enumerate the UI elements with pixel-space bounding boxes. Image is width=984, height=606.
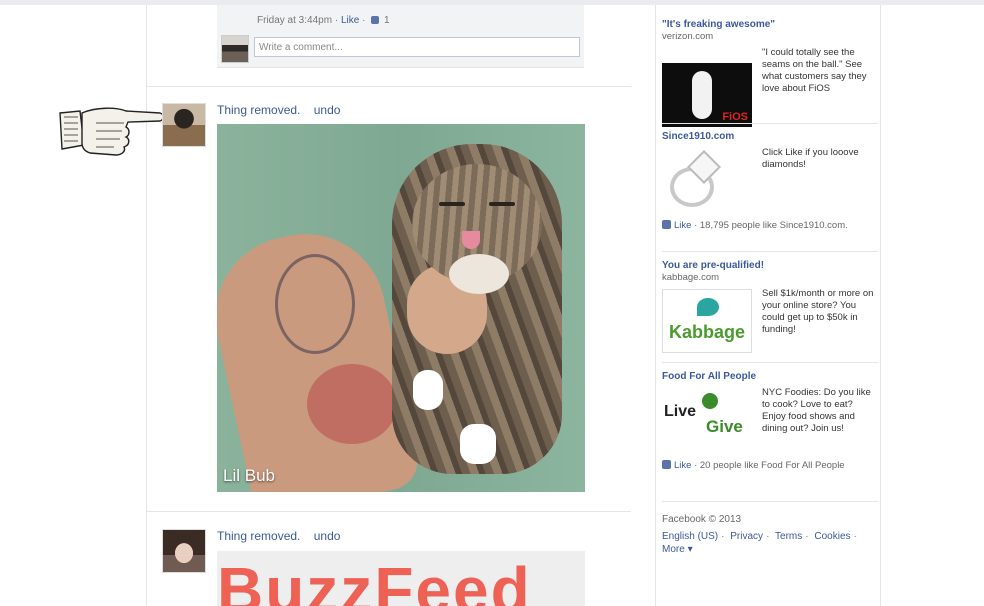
ad-like-row: Like · 18,795 people like Since1910.com.: [662, 220, 878, 232]
ad-like-count: 20 people like Food For All People: [699, 460, 845, 471]
ad-divider: [662, 362, 878, 363]
thumbs-up-icon: [371, 16, 380, 24]
post-photo[interactable]: Lil Bub: [217, 124, 585, 492]
comment-time: Friday at 3:44pm: [257, 15, 333, 26]
buzzfeed-logo: BuzzFeed: [217, 554, 532, 606]
footer-copyright: Facebook © 2013: [662, 514, 742, 525]
ad-like-row: Like · 20 people like Food For All Peopl…: [662, 460, 878, 472]
ad-divider: [662, 251, 878, 252]
footer-link-language[interactable]: English (US): [662, 531, 718, 542]
ad-since1910[interactable]: Since1910.com Click Like if you looove d…: [662, 131, 878, 231]
post-status: Thing removed. undo: [217, 103, 340, 117]
ad-verizon[interactable]: "It's freaking awesome" verizon.com FiOS…: [662, 19, 878, 127]
comment-input[interactable]: Write a comment...: [254, 37, 580, 57]
ad-like-button[interactable]: Like: [674, 460, 691, 471]
ad-text: Click Like if you looove diamonds!: [762, 147, 859, 170]
leaf-icon: [697, 298, 719, 316]
undo-link[interactable]: undo: [314, 103, 341, 117]
chevron-down-icon[interactable]: ▾: [685, 544, 693, 555]
thumbs-up-icon: [662, 460, 671, 469]
ad-image[interactable]: [662, 150, 752, 211]
footer-link-terms[interactable]: Terms: [775, 531, 802, 542]
ad-divider: [662, 123, 878, 124]
fios-logo: FiOS: [722, 111, 748, 123]
feed-left-border: [146, 5, 147, 606]
footer-link-privacy[interactable]: Privacy: [730, 531, 763, 542]
footer-link-more[interactable]: More: [662, 544, 685, 555]
comment-box: Friday at 3:44pm · Like · 1 Write a comm…: [217, 5, 584, 68]
ad-domain: verizon.com: [662, 31, 714, 42]
ad-kabbage[interactable]: You are pre-qualified! kabbage.com Kabba…: [662, 260, 878, 353]
ad-text: "I could totally see the seams on the ba…: [762, 47, 867, 94]
ad-title[interactable]: "It's freaking awesome": [662, 19, 878, 30]
post-divider: [147, 511, 631, 512]
ad-text: NYC Foodies: Do you like to cook? Love t…: [762, 387, 871, 434]
avatar: [221, 35, 249, 63]
ad-divider: [662, 501, 878, 502]
avatar[interactable]: [162, 103, 206, 147]
give-logo-text: Give: [706, 417, 743, 436]
ad-like-button[interactable]: Like: [674, 220, 691, 231]
photo-caption: Lil Bub: [223, 466, 275, 485]
buzzfeed-banner[interactable]: BuzzFeed: [217, 551, 585, 606]
ad-title[interactable]: You are pre-qualified!: [662, 260, 878, 271]
pointing-hand-icon: [59, 107, 164, 156]
footer-link-cookies[interactable]: Cookies: [814, 531, 850, 542]
ad-image[interactable]: Live Give: [662, 391, 752, 451]
ad-domain: kabbage.com: [662, 272, 720, 283]
ad-food-for-all[interactable]: Food For All People Live Give NYC Foodie…: [662, 371, 878, 471]
comment-meta: Friday at 3:44pm · Like · 1: [257, 15, 390, 26]
post-status: Thing removed. undo: [217, 529, 340, 543]
ad-title[interactable]: Food For All People: [662, 371, 878, 382]
ad-image[interactable]: Kabbage: [662, 289, 752, 353]
post-divider: [147, 86, 631, 87]
undo-link[interactable]: undo: [314, 529, 341, 543]
comment-like-link[interactable]: Like: [341, 15, 359, 26]
removed-label: Thing removed.: [217, 529, 301, 543]
comment-like-count: 1: [383, 15, 390, 26]
ad-image[interactable]: FiOS: [662, 63, 752, 127]
ad-like-count: 18,795 people like Since1910.com.: [699, 220, 848, 231]
avatar[interactable]: [162, 529, 206, 573]
live-logo-text: Live: [664, 403, 697, 420]
removed-label: Thing removed.: [217, 103, 301, 117]
ad-title[interactable]: Since1910.com: [662, 131, 878, 142]
kabbage-logo: Kabbage: [669, 322, 746, 342]
thumbs-up-icon: [662, 220, 671, 229]
footer-links: English (US) · Privacy · Terms · Cookies · M…: [662, 531, 857, 555]
ad-text: Sell $1k/month or more on your online st…: [762, 288, 874, 335]
